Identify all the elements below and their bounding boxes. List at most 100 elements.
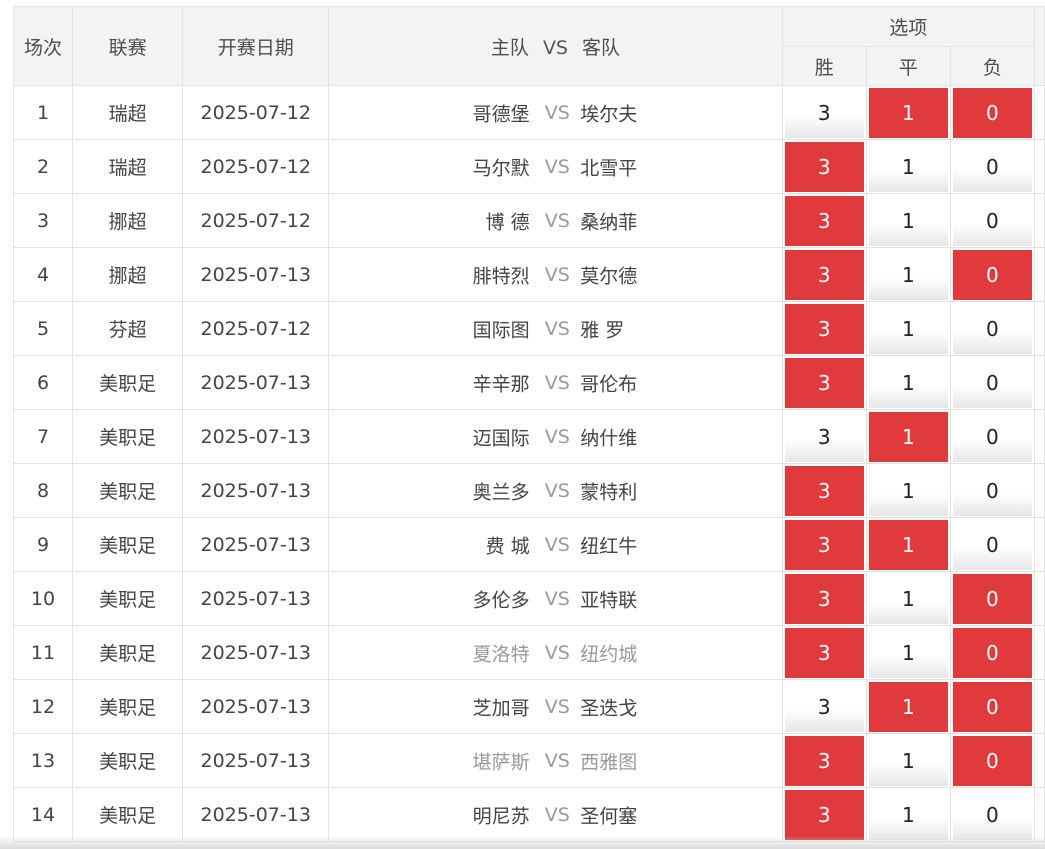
match-date: 2025-07-13 [182,679,330,734]
vs-separator: VS [544,101,570,124]
away-team: 纳什维 [580,427,638,449]
option-draw-button[interactable]: 1 [868,141,948,192]
option-loss-button[interactable]: 0 [952,87,1032,138]
option-win-button[interactable]: 3 [784,627,864,678]
option-draw-button[interactable]: 1 [868,195,948,246]
option-win-button[interactable]: 3 [784,573,864,624]
option-win-cell: 3 [781,571,867,626]
teams-cell: 迈国际 VS 纳什维 [328,409,783,464]
option-win-button[interactable]: 3 [784,681,864,732]
table-row: 3 挪超 2025-07-12 博 德 VS 桑纳菲 3 1 0 [12,193,1045,248]
vs-separator: VS [544,749,570,772]
league-name: 瑞超 [72,139,184,194]
option-loss-button[interactable]: 0 [952,519,1032,570]
league-name: 挪超 [72,247,184,302]
option-draw-button[interactable]: 1 [868,681,948,732]
option-loss-button[interactable]: 0 [952,357,1032,408]
option-draw-button[interactable]: 1 [868,249,948,300]
option-loss-button[interactable]: 0 [952,735,1032,786]
option-loss-button[interactable]: 0 [952,141,1032,192]
away-team: 亚特联 [580,589,638,611]
option-win-button[interactable]: 3 [784,735,864,786]
option-draw-button[interactable]: 1 [868,735,948,786]
option-win-button[interactable]: 3 [784,141,864,192]
table-row: 10 美职足 2025-07-13 多伦多 VS 亚特联 3 1 0 [12,571,1045,626]
vs-separator: VS [544,695,570,718]
option-win-cell: 3 [781,733,867,788]
away-team: 圣迭戈 [580,697,638,719]
option-win-button[interactable]: 3 [784,87,864,138]
option-win-button[interactable]: 3 [784,789,864,840]
table-row: 14 美职足 2025-07-13 明尼苏 VS 圣何塞 3 1 0 [12,787,1045,842]
option-loss-cell: 0 [949,85,1035,140]
teams-cell: 费 城 VS 纽红牛 [328,517,783,572]
option-win-cell: 3 [781,247,867,302]
league-name: 美职足 [72,571,184,626]
league-name: 美职足 [72,625,184,680]
league-name: 美职足 [72,355,184,410]
league-name: 美职足 [72,679,184,734]
option-win-button[interactable]: 3 [784,195,864,246]
option-loss-button[interactable]: 0 [952,465,1032,516]
teams-cell: 夏洛特 VS 纽约城 [328,625,783,680]
option-draw-button[interactable]: 1 [868,627,948,678]
match-no: 10 [12,571,74,626]
option-draw-button[interactable]: 1 [868,573,948,624]
vs-separator: VS [544,263,570,286]
league-name: 芬超 [72,301,184,356]
option-win-button[interactable]: 3 [784,249,864,300]
home-team: 辛辛那 [472,373,530,395]
match-date: 2025-07-13 [182,247,330,302]
option-win-button[interactable]: 3 [784,519,864,570]
away-team: 纽红牛 [580,535,638,557]
option-win-cell: 3 [781,463,867,518]
option-loss-button[interactable]: 0 [952,411,1032,462]
option-loss-button[interactable]: 0 [952,303,1032,354]
table-row: 6 美职足 2025-07-13 辛辛那 VS 哥伦布 3 1 0 [12,355,1045,410]
option-loss-button[interactable]: 0 [952,249,1032,300]
table-row: 2 瑞超 2025-07-12 马尔默 VS 北雪平 3 1 0 [12,139,1045,194]
option-draw-button[interactable]: 1 [868,411,948,462]
league-name: 美职足 [72,787,184,842]
option-win-button[interactable]: 3 [784,303,864,354]
home-team: 奥兰多 [472,481,530,503]
option-loss-button[interactable]: 0 [952,195,1032,246]
match-date: 2025-07-13 [182,463,330,518]
option-loss-cell: 0 [949,463,1035,518]
match-no: 14 [12,787,74,842]
teams-cell: 多伦多 VS 亚特联 [328,571,783,626]
option-draw-button[interactable]: 1 [868,789,948,840]
bottom-scroll-fade [0,836,1045,849]
table-row: 1 瑞超 2025-07-12 哥德堡 VS 埃尔夫 3 1 0 [12,85,1045,140]
option-loss-button[interactable]: 0 [952,573,1032,624]
home-team: 夏洛特 [472,643,530,665]
option-draw-button[interactable]: 1 [868,87,948,138]
option-draw-button[interactable]: 1 [868,357,948,408]
option-win-button[interactable]: 3 [784,465,864,516]
league-name: 美职足 [72,463,184,518]
option-draw-button[interactable]: 1 [868,465,948,516]
option-draw-cell: 1 [865,571,951,626]
row-padding [1033,247,1045,302]
option-loss-cell: 0 [949,787,1035,842]
option-draw-button[interactable]: 1 [868,519,948,570]
option-loss-button[interactable]: 0 [952,789,1032,840]
option-win-button[interactable]: 3 [784,411,864,462]
option-loss-button[interactable]: 0 [952,627,1032,678]
match-date: 2025-07-13 [182,355,330,410]
option-win-button[interactable]: 3 [784,357,864,408]
home-team: 多伦多 [472,589,530,611]
option-loss-button[interactable]: 0 [952,681,1032,732]
table-row: 11 美职足 2025-07-13 夏洛特 VS 纽约城 3 1 0 [12,625,1045,680]
vs-separator: VS [544,641,570,664]
row-padding [1033,301,1045,356]
option-draw-button[interactable]: 1 [868,303,948,354]
away-team: 蒙特利 [580,481,638,503]
option-win-cell: 3 [781,301,867,356]
header-home: 主队 [490,36,529,59]
header-match-no: 场次 [12,6,74,86]
row-padding [1033,463,1045,518]
home-team: 博 德 [485,211,530,233]
away-team: 哥伦布 [580,373,638,395]
away-team: 桑纳菲 [580,211,638,233]
